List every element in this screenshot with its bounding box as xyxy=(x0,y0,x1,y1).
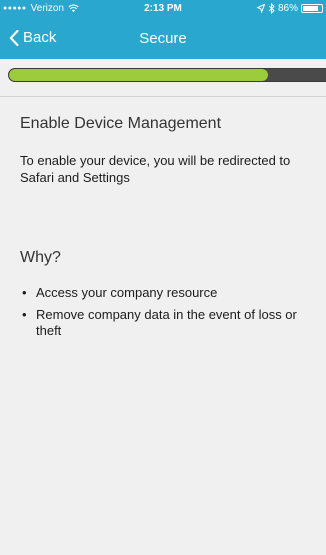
description-text: To enable your device, you will be redir… xyxy=(20,153,291,185)
progress-fill xyxy=(9,69,269,81)
progress-area xyxy=(0,59,326,96)
app-header: ●●●●● Verizon 2:13 PM 86% Back Secure xyxy=(0,0,326,59)
status-bar: ●●●●● Verizon 2:13 PM 86% xyxy=(0,0,326,19)
list-item: • Remove company data in the event of lo… xyxy=(20,307,316,339)
bullet-icon: • xyxy=(22,307,27,322)
status-right: 86% xyxy=(256,3,323,14)
battery-body xyxy=(301,4,323,13)
reason-text: Access your company resource xyxy=(36,285,218,300)
battery-percent: 86% xyxy=(277,3,298,14)
list-item: • Access your company resource xyxy=(20,285,316,301)
reason-text: Remove company data in the event of loss… xyxy=(36,307,297,338)
why-heading: Why? xyxy=(20,249,61,266)
battery-fill xyxy=(303,6,319,11)
page-title: Secure xyxy=(139,30,187,47)
battery-icon xyxy=(301,4,323,13)
reasons-list: • Access your company resource • Remove … xyxy=(20,285,316,345)
navigation-bar: Back Secure xyxy=(0,19,326,59)
divider xyxy=(0,96,326,97)
location-arrow-icon xyxy=(256,4,265,13)
bluetooth-icon xyxy=(268,3,275,14)
bullet-icon: • xyxy=(22,285,27,300)
progress-bar xyxy=(8,68,326,82)
section-heading: Enable Device Management xyxy=(20,115,222,132)
